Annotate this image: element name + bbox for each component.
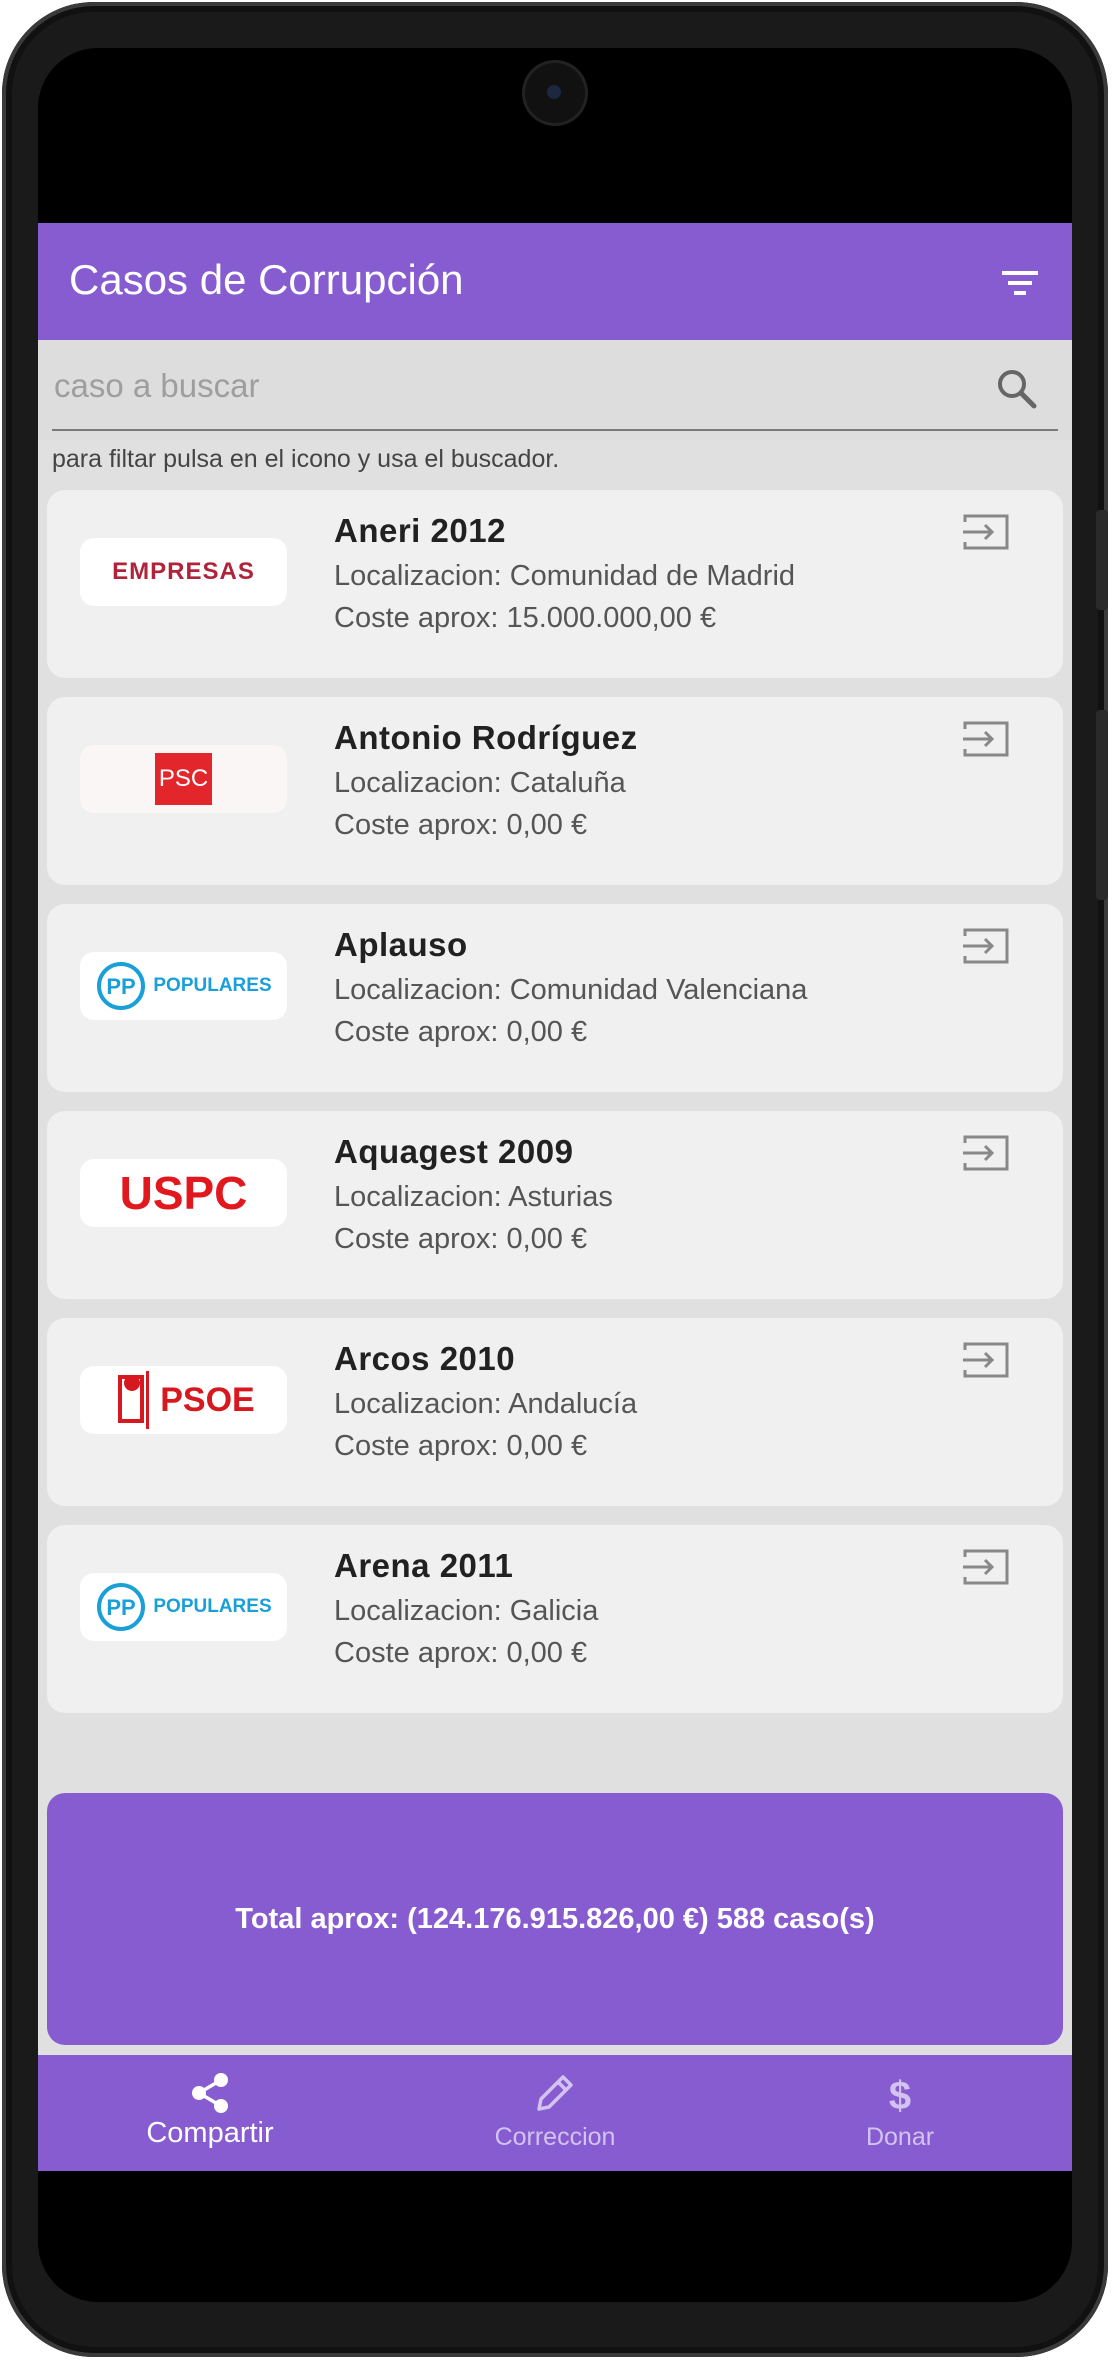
logo-text: POPULARES [153,975,272,996]
search-input[interactable] [52,350,976,422]
case-card[interactable]: USPC Aquagest 2009 Localizacion: Asturia… [47,1111,1063,1299]
case-location: Localizacion: Comunidad de Madrid [334,560,796,592]
search-icon[interactable] [994,366,1038,410]
party-logo: PSC [80,745,287,813]
logo-text: EMPRESAS [112,558,255,585]
case-location: Localizacion: Andalucía [334,1388,638,1420]
nav-label: Compartir [146,2117,274,2149]
case-title: Aplauso [334,926,468,963]
total-text: Total aprox: (124.176.915.826,00 €) 588 … [235,1902,875,1935]
case-card[interactable]: PSOE Arcos 2010 Localizacion: Andalucía … [47,1318,1063,1506]
logo-text: USPC [119,1167,248,1219]
logo-text: PSC [154,753,213,805]
party-logo: PP POPULARES [80,1573,287,1641]
front-camera [525,63,585,123]
search-underline [52,429,1058,431]
case-title: Arcos 2010 [334,1340,516,1377]
phone-frame: Casos de Corrupción para filtar pulsa en… [2,2,1108,2357]
pencil-icon [537,2075,573,2111]
app-root: Casos de Corrupción para filtar pulsa en… [38,223,1072,2171]
open-detail-icon[interactable] [961,1547,1011,1587]
search-hint: para filtar pulsa en el icono y usa el b… [52,445,560,473]
logo-text: POPULARES [153,1596,272,1617]
page-title: Casos de Corrupción [69,256,464,303]
nav-donate[interactable]: $ Donar [728,2055,1072,2171]
nav-share[interactable]: Compartir [38,2055,382,2171]
party-logo: PSOE [80,1366,287,1434]
share-icon [192,2073,228,2113]
case-cost: Coste aprox: 15.000.000,00 € [334,602,717,634]
case-card[interactable]: PSC Antonio Rodríguez Localizacion: Cata… [47,697,1063,885]
nav-label: Correccion [494,2123,616,2151]
case-location: Localizacion: Cataluña [334,767,626,799]
rose-emblem-icon [118,1371,150,1429]
svg-text:PP: PP [107,974,136,999]
case-cost: Coste aprox: 0,00 € [334,1016,588,1048]
party-logo: EMPRESAS [80,538,287,606]
case-cost: Coste aprox: 0,00 € [334,1223,588,1255]
open-detail-icon[interactable] [961,512,1011,552]
case-location: Localizacion: Asturias [334,1181,613,1213]
svg-text:$: $ [889,2074,911,2115]
open-detail-icon[interactable] [961,926,1011,966]
total-summary: Total aprox: (124.176.915.826,00 €) 588 … [47,1793,1063,2045]
screen: Casos de Corrupción para filtar pulsa en… [38,48,1072,2302]
case-title: Arena 2011 [334,1547,514,1584]
bottom-navigation: Compartir Correccion $ Donar [38,2055,1072,2171]
logo-text: PSOE [160,1380,255,1419]
open-detail-icon[interactable] [961,719,1011,759]
search-bar [38,340,1072,440]
nav-correction[interactable]: Correccion [383,2055,727,2171]
open-detail-icon[interactable] [961,1340,1011,1380]
case-title: Aneri 2012 [334,512,506,549]
app-bar: Casos de Corrupción [38,223,1072,340]
case-card[interactable]: EMPRESAS Aneri 2012 Localizacion: Comuni… [47,490,1063,678]
open-detail-icon[interactable] [961,1133,1011,1173]
pp-emblem-icon: PP [97,1583,146,1631]
case-card[interactable]: PP POPULARES Arena 2011 Localizacion: Ga… [47,1525,1063,1713]
case-location: Localizacion: Galicia [334,1595,599,1627]
case-cost: Coste aprox: 0,00 € [334,1430,588,1462]
party-logo: PP POPULARES [80,952,287,1020]
nav-label: Donar [865,2123,935,2151]
power-button [1096,710,1108,900]
party-logo: USPC [80,1159,287,1227]
case-location: Localizacion: Comunidad Valenciana [334,974,808,1006]
volume-button [1096,510,1108,610]
case-card[interactable]: PP POPULARES Aplauso Localizacion: Comun… [47,904,1063,1092]
pp-emblem-icon: PP [97,962,146,1010]
dollar-icon: $ [889,2074,911,2115]
case-cost: Coste aprox: 0,00 € [334,809,588,841]
case-cost: Coste aprox: 0,00 € [334,1637,588,1669]
svg-text:PP: PP [107,1595,136,1620]
case-title: Aquagest 2009 [334,1133,574,1170]
case-title: Antonio Rodríguez [334,719,638,756]
filter-list-icon[interactable] [998,263,1042,303]
